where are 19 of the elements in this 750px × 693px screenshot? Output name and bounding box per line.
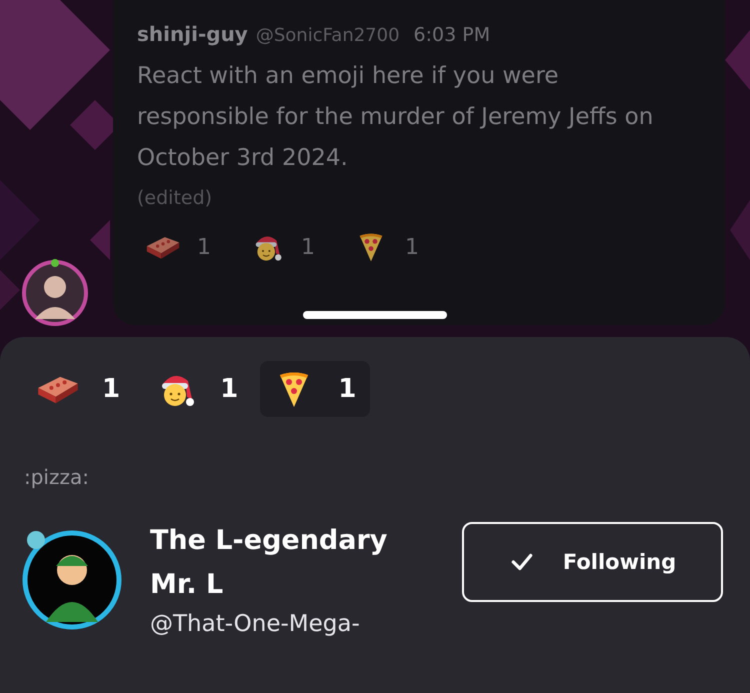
emoji-name: :pizza: (24, 465, 90, 489)
diamond-shape (90, 220, 110, 260)
following-button[interactable]: Following (462, 522, 723, 602)
diamond-shape (730, 200, 750, 260)
diamond-shape (0, 270, 20, 310)
author-name[interactable]: shinji-guy (137, 22, 248, 46)
message-text: React with an emoji here if you were responsible for the murder of Jeremy Jeffs on October 3rd 2024. (137, 62, 654, 173)
reaction-tab[interactable]: 1 (24, 361, 134, 417)
edited-label: (edited) (137, 187, 212, 209)
user-avatar[interactable] (21, 259, 89, 327)
author-handle: @SonicFan2700 (256, 25, 400, 46)
reaction-count: 1 (197, 234, 211, 260)
reaction-tab[interactable]: 1 (142, 361, 252, 417)
message-time: 6:03 PM (414, 24, 490, 46)
user-name: The L-egendary Mr. L (150, 524, 388, 602)
user-handle: @That-One-Mega- (150, 611, 361, 637)
reaction-count: 1 (405, 234, 419, 260)
reaction-count: 1 (301, 234, 315, 260)
reaction-tab[interactable]: 1 (260, 361, 370, 417)
